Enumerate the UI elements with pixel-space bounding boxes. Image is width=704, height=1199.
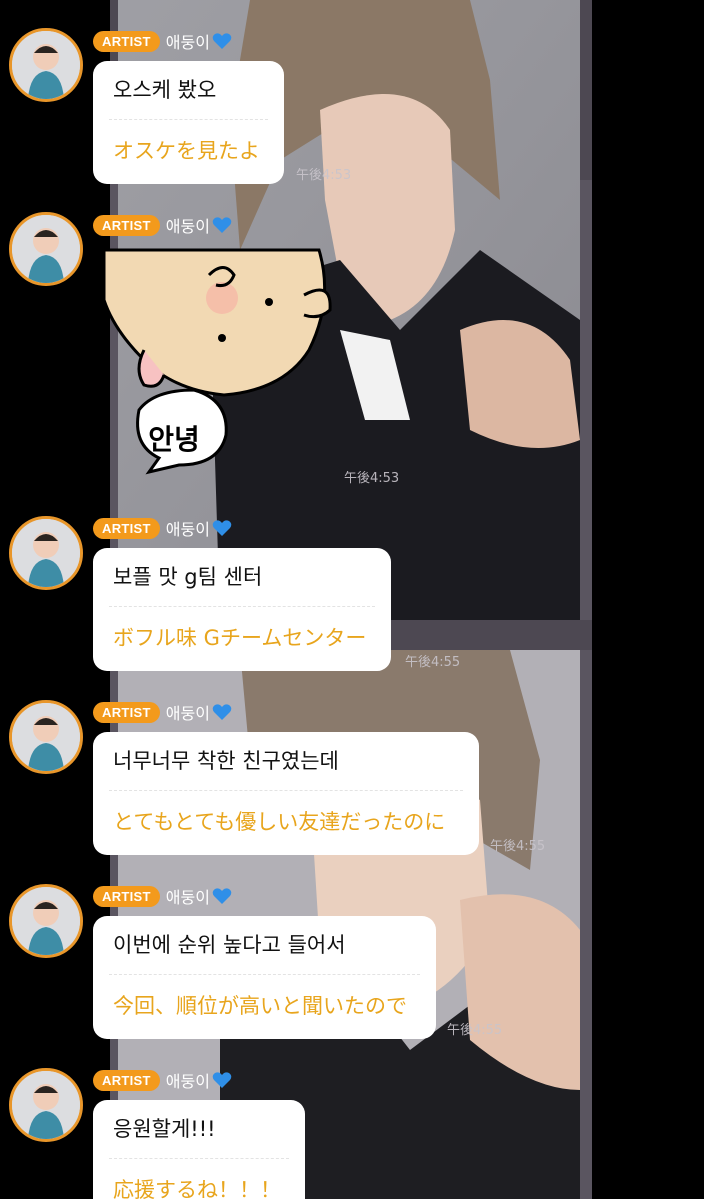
avatar[interactable] [9,1068,83,1142]
message-bubble[interactable]: 오스케 봤오 オスケを見たよ [93,61,284,184]
sender-name: 애둥이 [165,704,210,723]
hamster-sticker[interactable]: 안녕 [102,240,336,490]
avatar[interactable] [9,700,83,774]
blue-heart-icon [212,217,232,233]
message-korean: 이번에 순위 높다고 들어서 [113,933,346,957]
message-translation: 応援するね！！！ [113,1178,281,1199]
message-bubble[interactable]: 너무너무 착한 친구였는데 とてもとても優しい友達だったのに [93,732,479,855]
blue-heart-icon [212,520,232,536]
sender-name: 애둥이 [165,1072,210,1091]
blue-heart-icon [212,888,232,904]
blue-heart-icon [212,33,232,49]
message-korean: 보플 맛 g팀 센터 [113,565,263,589]
message-bubble[interactable]: 응원할게!!! 応援するね！！！ [93,1100,305,1199]
timestamp: 午後4:55 [405,655,461,670]
timestamp: 午後4:53 [296,168,352,183]
message-bubble[interactable]: 이번에 순위 높다고 들어서 今回、順位が高いと聞いたので [93,916,436,1039]
child-avatar-icon [12,519,80,587]
sender-name: 애둥이 [165,33,210,52]
artist-badge: ARTIST [93,701,160,723]
child-avatar-icon [12,887,80,955]
artist-badge: ARTIST [93,30,160,52]
sender-name: 애둥이 [165,520,210,539]
sender-row: ARTIST 애둥이 [93,213,232,237]
sender-row: ARTIST 애둥이 [93,884,232,908]
message-bubble[interactable]: 보플 맛 g팀 센터 ボフル味 Gチームセンター [93,548,391,671]
child-avatar-icon [12,1071,80,1139]
artist-badge: ARTIST [93,214,160,236]
message-korean: 너무너무 착한 친구였는데 [113,749,339,773]
message-korean: 오스케 봤오 [113,78,217,102]
avatar[interactable] [9,212,83,286]
artist-badge: ARTIST [93,1069,160,1091]
sender-name: 애둥이 [165,217,210,236]
child-avatar-icon [12,215,80,283]
sender-row: ARTIST 애둥이 [93,516,232,540]
avatar[interactable] [9,884,83,958]
message-translation: ボフル味 Gチームセンター [113,626,367,650]
timestamp: 午後4:55 [490,839,546,854]
child-avatar-icon [12,703,80,771]
artist-badge: ARTIST [93,885,160,907]
artist-badge: ARTIST [93,517,160,539]
child-avatar-icon [12,31,80,99]
message-translation: 今回、順位が高いと聞いたので [113,994,407,1018]
timestamp: 午後4:55 [447,1023,503,1038]
message-korean: 응원할게!!! [113,1117,216,1141]
sender-row: ARTIST 애둥이 [93,1068,232,1092]
avatar[interactable] [9,28,83,102]
message-translation: とてもとても優しい友達だったのに [113,810,446,834]
timestamp: 午後4:53 [344,471,400,486]
sender-row: ARTIST 애둥이 [93,29,232,53]
sender-row: ARTIST 애둥이 [93,700,232,724]
blue-heart-icon [212,1072,232,1088]
message-translation: オスケを見たよ [113,139,260,163]
sticker-text: 안녕 [148,423,200,456]
blue-heart-icon [212,704,232,720]
avatar[interactable] [9,516,83,590]
sender-name: 애둥이 [165,888,210,907]
